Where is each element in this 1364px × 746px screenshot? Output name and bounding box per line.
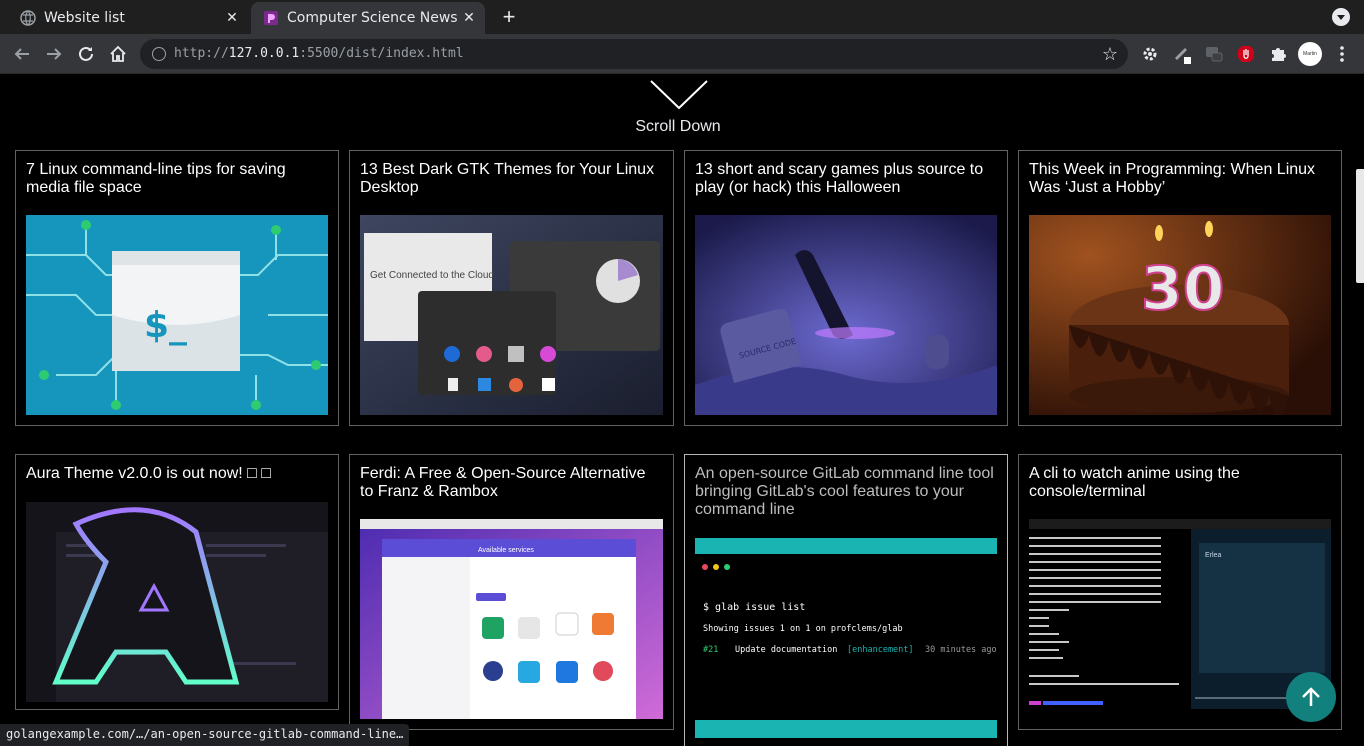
terminal-command: $ glab issue list — [703, 602, 805, 613]
article-card[interactable]: An open-source GitLab command line tool … — [684, 454, 1008, 746]
screen-extension-icon[interactable] — [1204, 44, 1224, 64]
profile-avatar[interactable]: Martin — [1298, 42, 1322, 66]
terminal-circuit-illustration[interactable]: $_ — [26, 215, 328, 415]
tab-website-list[interactable]: Website list ✕ — [8, 2, 248, 34]
image-caption: Erlea — [1205, 552, 1221, 559]
glab-terminal[interactable]: $ glab issue list Showing issues 1 on 1 … — [695, 538, 997, 738]
home-icon[interactable] — [106, 42, 130, 66]
url-scheme: http:// — [174, 46, 229, 61]
image-caption: Get Connected to the Cloud. — [370, 270, 497, 281]
article-title[interactable]: Ferdi: A Free & Open-Source Alternative … — [360, 465, 663, 501]
scroll-to-top-button[interactable] — [1286, 672, 1336, 722]
terminal-issue-id: #21 — [703, 645, 718, 655]
url-host: 127.0.0.1 — [228, 46, 300, 61]
url-text: http://127.0.0.1:5500/dist/index.html — [174, 46, 464, 61]
image-caption: 30 — [1141, 254, 1225, 324]
tab-search-chevron-icon[interactable] — [1332, 8, 1350, 26]
url-path: :5500/dist/index.html — [299, 46, 464, 61]
chevron-down-icon[interactable] — [650, 80, 708, 110]
article-card[interactable]: Ferdi: A Free & Open-Source Alternative … — [349, 454, 674, 730]
anime-cli-screenshot[interactable]: Erlea — [1029, 519, 1331, 719]
back-arrow-icon[interactable] — [10, 42, 34, 66]
spooky-graveyard-illustration[interactable]: SOURCE CODE — [695, 215, 997, 415]
forward-arrow-icon[interactable] — [42, 42, 66, 66]
article-title[interactable]: This Week in Programming: When Linux Was… — [1029, 161, 1331, 197]
menu-dots-icon[interactable] — [1332, 44, 1352, 64]
site-favicon-icon — [263, 10, 279, 26]
ferdi-app-screenshot[interactable]: Available services — [360, 519, 663, 719]
globe-icon — [20, 10, 36, 26]
tab-computer-science-news[interactable]: Computer Science News ✕ — [251, 2, 485, 34]
arrow-up-icon — [1302, 687, 1320, 706]
page-content: Scroll Down 7 Linux command-line tips fo… — [0, 75, 1364, 746]
terminal-issue-title: Update documentation — [735, 645, 837, 655]
link-status-bar: golangexample.com/…/an-open-source-gitla… — [0, 724, 410, 746]
article-card[interactable]: 7 Linux command-line tips for saving med… — [15, 150, 339, 426]
address-bar[interactable]: http://127.0.0.1:5500/dist/index.html ☆ — [140, 39, 1128, 69]
article-title[interactable]: 13 Best Dark GTK Themes for Your Linux D… — [360, 161, 663, 197]
article-title[interactable]: Aura Theme v2.0.0 is out now! □ □ — [26, 465, 328, 483]
site-info-icon[interactable] — [152, 47, 166, 61]
close-icon[interactable]: ✕ — [459, 8, 479, 28]
pen-extension-icon[interactable] — [1172, 44, 1192, 64]
article-title[interactable]: An open-source GitLab command line tool … — [695, 465, 997, 519]
terminal-issue-label: [enhancement] — [847, 645, 914, 655]
bookmark-star-icon[interactable]: ☆ — [1102, 44, 1118, 65]
page-scrollbar[interactable] — [1356, 169, 1364, 283]
block-hand-icon[interactable] — [1236, 44, 1256, 64]
birthday-cake-photo[interactable]: 30 — [1029, 215, 1331, 415]
article-card[interactable]: 13 Best Dark GTK Themes for Your Linux D… — [349, 150, 674, 426]
article-card[interactable]: Aura Theme v2.0.0 is out now! □ □ — [15, 454, 339, 710]
terminal-issue-time: 30 minutes ago — [925, 645, 997, 655]
image-caption: Available services — [478, 547, 534, 554]
tab-title: Website list — [44, 10, 125, 26]
profile-label: Martin — [1303, 51, 1317, 57]
puzzle-extensions-icon[interactable] — [1268, 44, 1288, 64]
reload-icon[interactable] — [74, 42, 98, 66]
svg-text:$_: $_ — [144, 305, 187, 346]
terminal-summary: Showing issues 1 on 1 on profclems/glab — [703, 624, 903, 634]
article-card[interactable]: This Week in Programming: When Linux Was… — [1018, 150, 1342, 426]
gear-extension-icon[interactable] — [1140, 44, 1160, 64]
aura-theme-logo[interactable] — [26, 502, 328, 702]
scroll-down-label[interactable]: Scroll Down — [0, 118, 1356, 136]
tab-strip: Website list ✕ Computer Science News ✕ + — [0, 0, 1364, 34]
close-icon[interactable]: ✕ — [222, 8, 242, 28]
article-title[interactable]: 7 Linux command-line tips for saving med… — [26, 161, 328, 197]
article-card[interactable]: 13 short and scary games plus source to … — [684, 150, 1008, 426]
browser-toolbar: http://127.0.0.1:5500/dist/index.html ☆ … — [0, 34, 1364, 74]
dark-desktop-screenshot[interactable]: Get Connected to the Cloud. — [360, 215, 663, 415]
article-title[interactable]: A cli to watch anime using the console/t… — [1029, 465, 1331, 501]
article-title[interactable]: 13 short and scary games plus source to … — [695, 161, 997, 197]
new-tab-button[interactable]: + — [498, 6, 520, 28]
tab-title: Computer Science News — [287, 10, 458, 26]
